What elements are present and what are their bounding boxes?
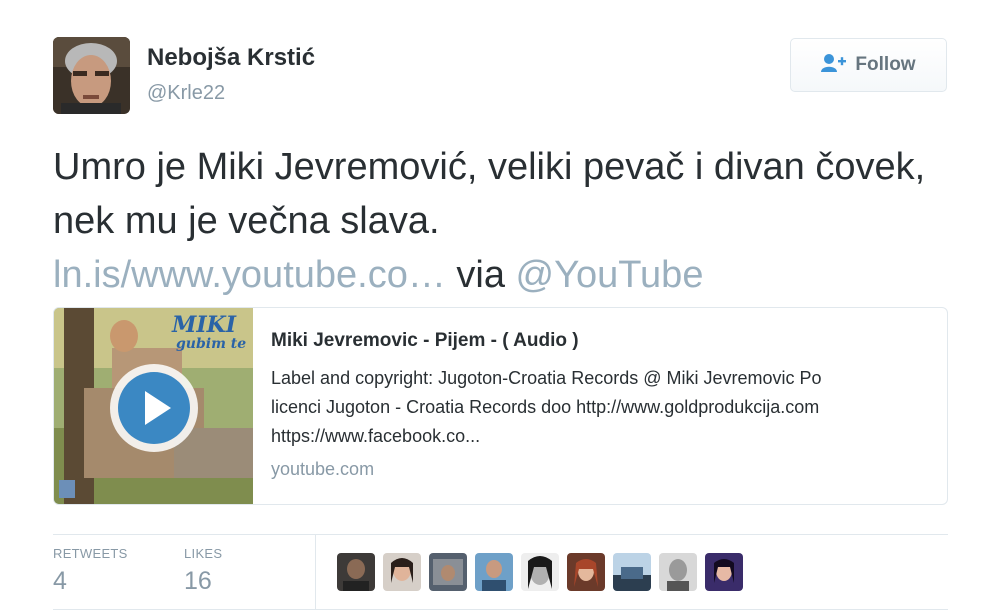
retweets-label: RETWEETS [53, 546, 128, 561]
liker-avatar[interactable] [429, 553, 467, 591]
liker-avatar[interactable] [659, 553, 697, 591]
follow-button-label: Follow [855, 54, 916, 75]
card-title[interactable]: Miki Jevremovic - Pijem - ( Audio ) [271, 328, 931, 354]
stats-divider-vertical [315, 535, 316, 609]
tweet-text: Umro je Miki Jevremović, veliki pevač i … [53, 140, 953, 302]
liker-avatar[interactable] [705, 553, 743, 591]
liker-avatar[interactable] [567, 553, 605, 591]
liker-avatar[interactable] [337, 553, 375, 591]
retweets-stat[interactable]: RETWEETS 4 [53, 546, 128, 596]
stats-divider-top [53, 534, 948, 535]
card-thumbnail[interactable]: MIKI gubim te [54, 308, 253, 504]
card-body: Miki Jevremovic - Pijem - ( Audio ) Labe… [271, 328, 931, 480]
play-icon[interactable] [109, 363, 199, 453]
album-subtitle: gubim te [176, 336, 247, 352]
user-display-name[interactable]: Nebojša Krstić [147, 44, 315, 72]
likes-count: 16 [184, 567, 212, 595]
tweet-main-text: Umro je Miki Jevremović, veliki pevač i … [53, 146, 926, 242]
retweets-count: 4 [53, 567, 67, 595]
likes-label: LIKES [184, 546, 223, 561]
user-handle[interactable]: @Krle22 [147, 82, 225, 105]
tweet-via-text: via [456, 254, 505, 296]
likes-stat[interactable]: LIKES 16 [184, 546, 222, 596]
liker-avatar[interactable] [475, 553, 513, 591]
tweet-mention[interactable]: @YouTube [516, 254, 704, 296]
follow-button[interactable]: Follow [790, 38, 947, 92]
liker-avatar[interactable] [613, 553, 651, 591]
card-description: Label and copyright: Jugoton-Croatia Rec… [271, 368, 822, 446]
user-avatar[interactable] [53, 37, 130, 114]
tweet-container: Nebojša Krstić @Krle22 Follow Umro je Mi… [0, 0, 1000, 611]
likers-avatars [337, 553, 743, 591]
liker-avatar[interactable] [383, 553, 421, 591]
liker-avatar[interactable] [521, 553, 559, 591]
tweet-link[interactable]: ln.is/www.youtube.co… [53, 254, 446, 296]
stats-divider-bottom [53, 609, 948, 610]
album-title: MIKI [172, 312, 237, 338]
card-domain: youtube.com [271, 459, 375, 479]
link-preview-card[interactable]: MIKI gubim te Miki Jevremovic - Pijem - … [53, 307, 948, 505]
add-user-icon [821, 53, 847, 78]
